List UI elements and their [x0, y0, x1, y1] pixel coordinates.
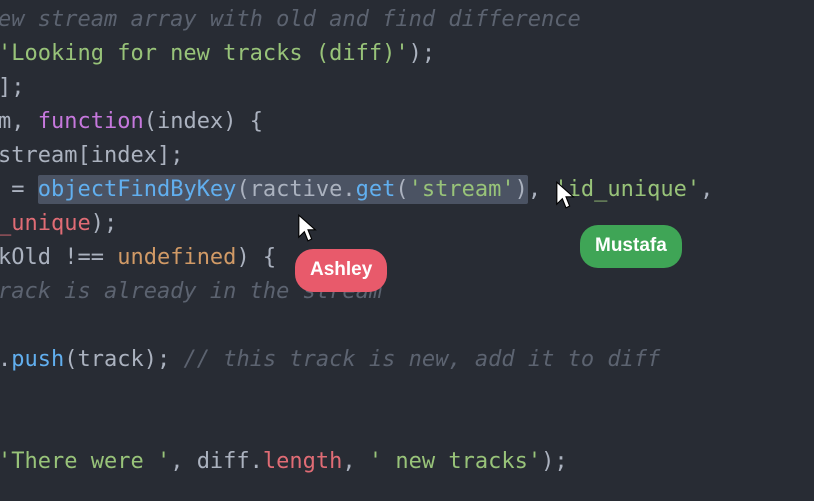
comment-text: // this track is new, add it to diff	[183, 347, 660, 372]
punct: ];	[157, 143, 184, 168]
code-line[interactable]: ];	[0, 71, 814, 105]
code-line[interactable]: ew stream array with old and find differ…	[0, 3, 814, 37]
property: length	[263, 449, 342, 474]
punct: );	[91, 211, 118, 236]
var: index	[91, 143, 157, 168]
object: ractive	[250, 177, 343, 202]
method: push	[11, 347, 64, 372]
code-line[interactable]: _unique);	[0, 207, 814, 241]
code-line[interactable]: 'There were ', diff.length, ' new tracks…	[0, 445, 814, 479]
code-line[interactable]	[0, 309, 814, 343]
text: stream[	[0, 143, 91, 168]
keyword-function: function	[38, 109, 144, 134]
code-line[interactable]: .push(track); // this track is new, add …	[0, 343, 814, 377]
punct: .	[250, 449, 263, 474]
string-literal: 'There were '	[0, 449, 170, 474]
string-literal: 'Looking for new tracks (diff)'	[0, 41, 409, 66]
code-line[interactable]: 'Looking for new tracks (diff)');	[0, 37, 814, 71]
punct: ,	[528, 177, 555, 202]
punct: ];	[0, 75, 25, 100]
method: get	[356, 177, 396, 202]
punct: );	[144, 347, 184, 372]
code-line[interactable]	[0, 411, 814, 445]
punct: );	[409, 41, 436, 66]
string-literal: 'id_unique'	[554, 177, 700, 202]
code-editor[interactable]: ew stream array with old and find differ…	[0, 0, 814, 501]
collab-name-pill-mustafa: Mustafa	[580, 225, 682, 268]
param: index	[157, 109, 223, 134]
code-line[interactable]	[0, 377, 814, 411]
variable: _unique	[0, 211, 91, 236]
collab-name-label: Mustafa	[595, 235, 667, 256]
code-line[interactable]: stream[index];	[0, 139, 814, 173]
punct: (	[144, 109, 157, 134]
string-literal: 'stream'	[409, 177, 515, 202]
keyword-undefined: undefined	[117, 245, 236, 270]
punct: ) {	[223, 109, 263, 134]
punct: ,	[170, 449, 197, 474]
string-literal: ' new tracks'	[369, 449, 541, 474]
punct: (	[395, 177, 408, 202]
punct: );	[541, 449, 568, 474]
collab-name-pill-ashley: Ashley	[295, 249, 387, 292]
code-line[interactable]: = objectFindByKey(ractive.get('stream'),…	[0, 173, 814, 207]
code-line[interactable]: rack is already in the stream	[0, 275, 814, 309]
punct: =	[0, 177, 38, 202]
punct: ,	[700, 177, 713, 202]
comment-text: ew stream array with old and find differ…	[0, 7, 581, 32]
text: m,	[0, 109, 38, 134]
variable: diff	[197, 449, 250, 474]
func-call: objectFindByKey	[38, 177, 237, 202]
punct: (	[64, 347, 77, 372]
collab-name-label: Ashley	[310, 259, 372, 280]
arg: track	[77, 347, 143, 372]
punct: ) {	[236, 245, 276, 270]
code-line[interactable]: m, function(index) {	[0, 105, 814, 139]
punct: )	[515, 177, 528, 202]
text: kOld !==	[0, 245, 117, 270]
text-selection: objectFindByKey(ractive.get('stream')	[38, 175, 528, 204]
punct: (	[236, 177, 249, 202]
punct: ,	[342, 449, 369, 474]
punct: .	[0, 347, 11, 372]
punct: .	[342, 177, 355, 202]
code-line[interactable]: kOld !== undefined) {	[0, 241, 814, 275]
